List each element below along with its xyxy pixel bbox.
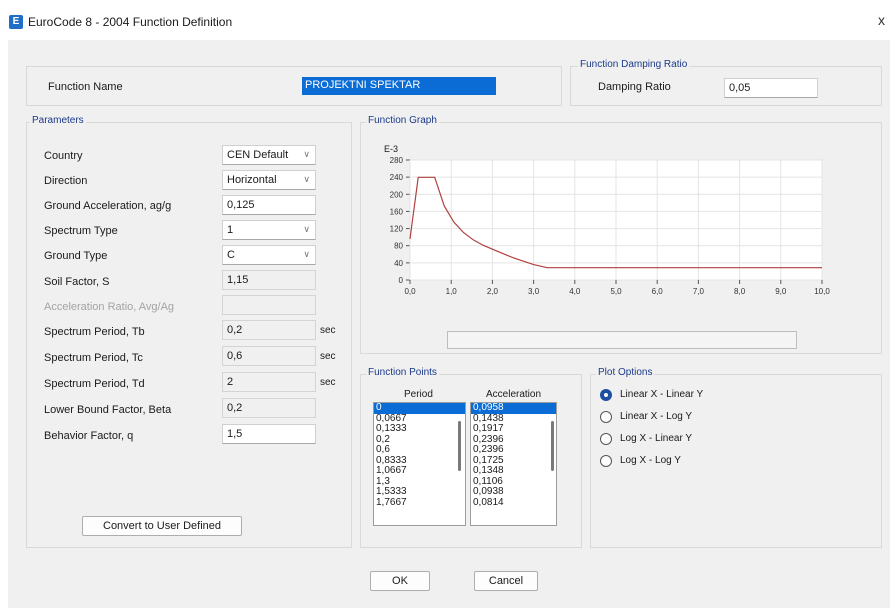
tb-label: Spectrum Period, Tb <box>44 326 145 338</box>
graph-scrollbar[interactable] <box>447 331 797 349</box>
x-tick-label: 5,0 <box>610 287 622 296</box>
period-list-item[interactable]: 1,7667 <box>374 497 465 509</box>
close-icon[interactable]: x <box>878 12 885 28</box>
acceleration-list-item[interactable]: 0,2396 <box>471 444 556 456</box>
period-column-header: Period <box>404 389 433 400</box>
tc-label: Spectrum Period, Tc <box>44 352 143 364</box>
function-name-label: Function Name <box>48 81 123 93</box>
td-field: 2 <box>222 372 316 392</box>
x-tick-label: 1,0 <box>446 287 458 296</box>
direction-value: Horizontal <box>227 174 277 186</box>
x-tick-label: 7,0 <box>693 287 705 296</box>
country-select[interactable]: CEN Default ∨ <box>222 145 316 165</box>
direction-label: Direction <box>44 175 88 187</box>
beta-field: 0,2 <box>222 398 316 418</box>
y-tick-label: 40 <box>394 259 403 268</box>
tc-field: 0,6 <box>222 346 316 366</box>
x-tick-label: 4,0 <box>569 287 581 296</box>
behavior-factor-input[interactable]: 1,5 <box>222 424 316 444</box>
x-tick-label: 9,0 <box>775 287 787 296</box>
linear-x-log-y-radio[interactable] <box>600 411 612 423</box>
parameters-group-title: Parameters <box>30 115 86 126</box>
function-chart: 0 40 80 120 160 200 240 280 0,0 1,0 2,0 3,0 4,0 5,0 6,… <box>390 156 831 296</box>
cancel-button[interactable]: Cancel <box>474 571 538 591</box>
period-list-item[interactable]: 1,0667 <box>374 465 465 477</box>
accel-ratio-field <box>222 295 316 315</box>
plot-options-group-title: Plot Options <box>596 367 655 378</box>
td-unit: sec <box>320 377 336 388</box>
linear-x-log-y-label: Linear X - Log Y <box>620 411 693 422</box>
y-tick-label: 0 <box>399 276 404 285</box>
period-list-item[interactable]: 0,1333 <box>374 423 465 435</box>
chevron-down-icon: ∨ <box>303 149 310 159</box>
acceleration-list-item[interactable]: 0,1348 <box>471 465 556 477</box>
x-tick-label: 2,0 <box>487 287 499 296</box>
acceleration-column-header: Acceleration <box>486 389 542 400</box>
acceleration-list[interactable]: 0,0958 0,1438 0,1917 0,2396 0,2396 0,1725 0,13… <box>470 402 557 526</box>
function-graph-group-title: Function Graph <box>366 115 439 126</box>
y-tick-label: 160 <box>390 207 404 216</box>
country-label: Country <box>44 150 83 162</box>
x-tick-label: 0,0 <box>404 287 416 296</box>
period-list[interactable]: 0 0,0667 0,1333 0,2 0,6 0,8333 1,0667 1,3 1,5333… <box>373 402 466 526</box>
log-x-log-y-label: Log X - Log Y <box>620 455 681 466</box>
chevron-down-icon: ∨ <box>303 249 310 259</box>
y-tick-label: 200 <box>390 190 404 199</box>
soil-factor-field: 1,15 <box>222 270 316 290</box>
beta-label: Lower Bound Factor, Beta <box>44 404 172 416</box>
spectrum-type-select[interactable]: 1 ∨ <box>222 220 316 240</box>
y-tick-label: 240 <box>390 173 404 182</box>
tb-field: 0,2 <box>222 320 316 340</box>
linear-x-linear-y-label: Linear X - Linear Y <box>620 389 704 400</box>
linear-x-linear-y-radio[interactable] <box>600 389 612 401</box>
acceleration-list-item[interactable]: 0,0814 <box>471 497 556 509</box>
ground-accel-label: Ground Acceleration, ag/g <box>44 200 172 212</box>
tc-unit: sec <box>320 351 336 362</box>
chevron-down-icon: ∨ <box>303 224 310 234</box>
ground-accel-input[interactable]: 0,125 <box>222 195 316 215</box>
td-label: Spectrum Period, Td <box>44 378 145 390</box>
log-x-log-y-radio[interactable] <box>600 455 612 467</box>
acceleration-list-scrollbar[interactable] <box>551 421 554 471</box>
app-icon: E <box>9 15 23 29</box>
window-title: EuroCode 8 - 2004 Function Definition <box>28 15 233 29</box>
accel-ratio-label: Acceleration Ratio, Avg/Ag <box>44 301 175 313</box>
ground-type-value: C <box>227 249 235 261</box>
ground-type-label: Ground Type <box>44 250 108 262</box>
period-list-scrollbar[interactable] <box>458 421 461 471</box>
period-list-item[interactable]: 1,5333 <box>374 486 465 498</box>
acceleration-list-item[interactable]: 0,0938 <box>471 486 556 498</box>
x-tick-label: 6,0 <box>652 287 664 296</box>
log-x-linear-y-radio[interactable] <box>600 433 612 445</box>
ground-type-select[interactable]: C ∨ <box>222 245 316 265</box>
damping-ratio-label: Damping Ratio <box>598 81 671 93</box>
log-x-linear-y-label: Log X - Linear Y <box>620 433 693 444</box>
period-list-item[interactable]: 0 <box>374 403 465 414</box>
behavior-factor-label: Behavior Factor, q <box>44 430 134 442</box>
acceleration-list-item[interactable]: 0,1917 <box>471 423 556 435</box>
x-tick-label: 8,0 <box>734 287 746 296</box>
damping-group-title: Function Damping Ratio <box>578 59 690 70</box>
y-tick-label: 280 <box>390 156 404 165</box>
y-tick-label: 120 <box>390 225 404 234</box>
period-list-item[interactable]: 0,6 <box>374 444 465 456</box>
acceleration-list-item[interactable]: 0,0958 <box>471 403 556 414</box>
ok-button[interactable]: OK <box>370 571 430 591</box>
tb-unit: sec <box>320 325 336 336</box>
country-value: CEN Default <box>227 149 289 161</box>
x-tick-label: 3,0 <box>528 287 540 296</box>
chevron-down-icon: ∨ <box>303 174 310 184</box>
damping-ratio-input[interactable]: 0,05 <box>724 78 818 98</box>
spectrum-type-value: 1 <box>227 224 234 236</box>
x-tick-label: 10,0 <box>814 287 830 296</box>
convert-to-user-defined-button[interactable]: Convert to User Defined <box>82 516 242 536</box>
y-tick-label: 80 <box>394 242 403 251</box>
function-name-input[interactable]: PROJEKTNI SPEKTAR <box>302 77 496 95</box>
soil-factor-label: Soil Factor, S <box>44 276 110 288</box>
direction-select[interactable]: Horizontal ∨ <box>222 170 316 190</box>
function-points-group-title: Function Points <box>366 367 439 378</box>
spectrum-type-label: Spectrum Type <box>44 225 118 237</box>
